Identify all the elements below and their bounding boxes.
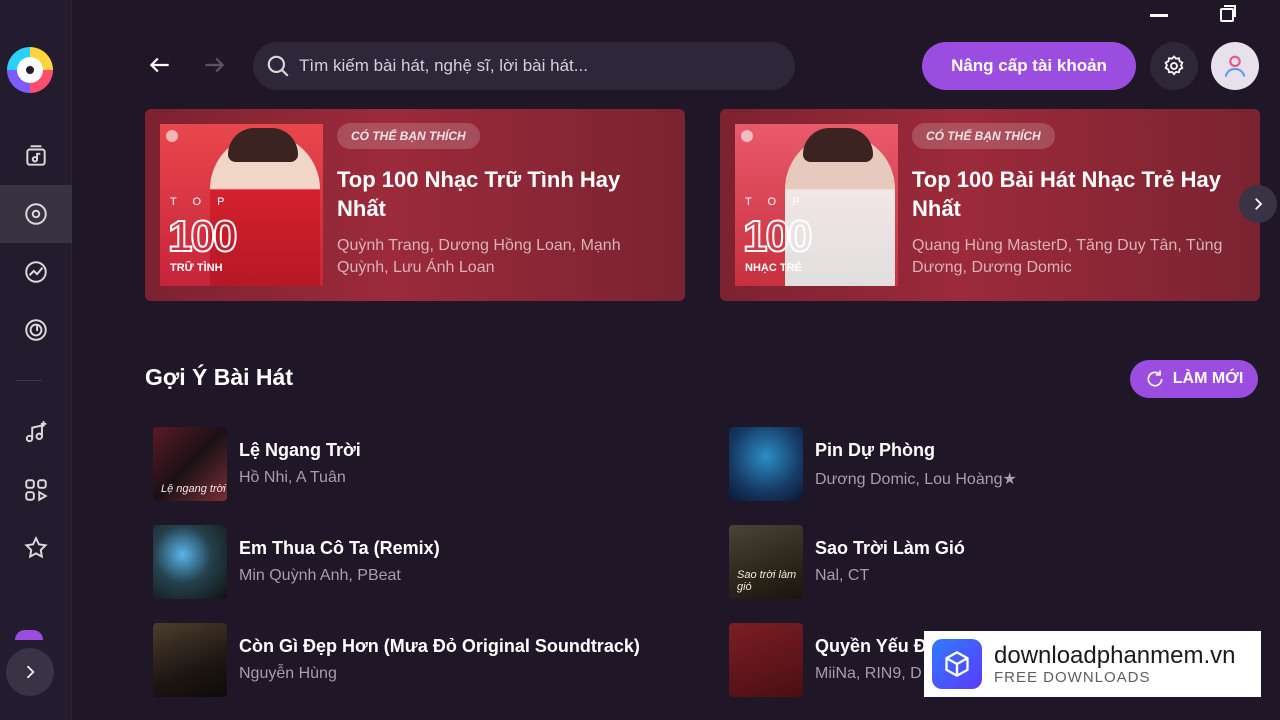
back-button[interactable] [145, 50, 175, 80]
user-avatar[interactable] [1211, 42, 1259, 90]
star-icon [24, 536, 48, 559]
song-artists[interactable]: Nguyễn Hùng [239, 665, 337, 683]
search-icon [267, 55, 289, 77]
watermark-subtitle: FREE DOWNLOADS [994, 668, 1151, 686]
search-bar[interactable] [253, 42, 795, 90]
forward-button[interactable] [199, 50, 229, 80]
playlist-artists: Quang Hùng MasterD, Tăng Duy Tân, Tùng D… [912, 237, 1223, 276]
song-item[interactable]: Em Thua Cô Ta (Remix) Min Quỳnh Anh, PBe… [145, 525, 665, 599]
song-artists[interactable]: Nal, CT [815, 567, 869, 585]
carousel-next-button[interactable] [1239, 185, 1277, 223]
watermark: downloadphanmem.vn FREE DOWNLOADS [924, 631, 1261, 697]
sidebar-item-radio[interactable] [0, 301, 72, 359]
chart-icon [25, 261, 47, 283]
song-thumbnail: Sao trời làm gió [729, 525, 803, 599]
playlist-title[interactable]: Top 100 Bài Hát Nhạc Trẻ Hay Nhất [912, 165, 1232, 223]
sidebar-item-chart[interactable] [0, 243, 72, 301]
mini-avatar [15, 630, 43, 640]
song-title[interactable]: Em Thua Cô Ta (Remix) [239, 538, 440, 559]
search-input[interactable] [299, 56, 779, 76]
song-item[interactable]: Lệ ngang trời Lệ Ngang Trời Hồ Nhi, A Tu… [145, 427, 665, 501]
cover-number: 100 [742, 211, 813, 262]
song-title[interactable]: Sao Trời Làm Gió [815, 538, 965, 559]
song-title[interactable]: Quyền Yếu Đ [815, 636, 927, 657]
refresh-button[interactable]: LÀM MỚI [1130, 360, 1258, 398]
minimize-button[interactable] [1150, 14, 1168, 17]
playlist-banner[interactable]: TOP 100 NHẠC TRẺ CÓ THỂ BẠN THÍCH Top 10… [720, 109, 1260, 301]
settings-button[interactable] [1150, 42, 1198, 90]
box-icon [932, 639, 982, 689]
cover-logo-icon [166, 130, 178, 142]
user-icon [1224, 55, 1246, 77]
refresh-icon [1147, 370, 1163, 387]
thumbnail-caption: Lệ ngang trời [161, 483, 226, 495]
sidebar-divider [16, 380, 42, 381]
cover-number: 100 [167, 211, 238, 262]
watermark-title: downloadphanmem.vn [994, 641, 1236, 669]
song-item[interactable]: Sao trời làm gió Sao Trời Làm Gió Nal, C… [721, 525, 1241, 599]
gear-icon [1164, 55, 1184, 76]
sidebar-item-library[interactable] [0, 127, 72, 185]
chevron-right-icon [1255, 198, 1263, 210]
cover-genre: NHẠC TRẺ [745, 262, 802, 274]
song-title[interactable]: Lệ Ngang Trời [239, 440, 361, 461]
arrow-left-icon [149, 57, 169, 73]
song-title[interactable]: Pin Dự Phòng [815, 440, 935, 461]
recommendation-tag: CÓ THỂ BẠN THÍCH [912, 123, 1055, 149]
song-item[interactable]: Pin Dự Phòng Dương Domic, Lou Hoàng★ [721, 427, 1241, 501]
sidebar [0, 0, 72, 720]
song-artists[interactable]: MiiNa, RIN9, D [815, 665, 922, 683]
app-logo[interactable] [7, 47, 53, 93]
refresh-label: LÀM MỚI [1172, 370, 1244, 387]
upgrade-account-button[interactable]: Nâng cấp tài khoản [922, 42, 1136, 90]
song-thumbnail [153, 525, 227, 599]
playlist-artists: Quỳnh Trang, Dương Hồng Loan, Mạnh Quỳnh… [337, 237, 621, 276]
radio-icon [25, 319, 47, 341]
cover-top-label: TOP [170, 196, 241, 208]
sidebar-item-favorites[interactable] [0, 519, 72, 577]
watermark-text: downloadphanmem.vn FREE DOWNLOADS [994, 641, 1236, 686]
arrow-right-icon [205, 57, 225, 73]
new-music-icon [25, 421, 47, 443]
song-thumbnail [153, 623, 227, 697]
cover-logo-icon [741, 130, 753, 142]
logo-dot [26, 66, 34, 74]
song-thumbnail [729, 427, 803, 501]
playlist-cover: TOP 100 TRỮ TÌNH [160, 124, 323, 286]
song-artists[interactable]: Min Quỳnh Anh, PBeat [239, 567, 401, 585]
sidebar-item-new-music[interactable] [0, 403, 72, 461]
song-artists[interactable]: Hồ Nhi, A Tuân [239, 469, 346, 487]
playlist-title[interactable]: Top 100 Nhạc Trữ Tình Hay Nhất [337, 165, 657, 223]
playlist-banner[interactable]: TOP 100 TRỮ TÌNH CÓ THỂ BẠN THÍCH Top 10… [145, 109, 685, 301]
cover-top-label: TOP [745, 196, 816, 208]
section-title: Gợi Ý Bài Hát [145, 364, 293, 390]
package-icon [945, 650, 969, 678]
sidebar-item-categories[interactable] [0, 461, 72, 519]
song-thumbnail: Lệ ngang trời [153, 427, 227, 501]
sidebar-item-discover[interactable] [0, 185, 72, 243]
expand-sidebar-button[interactable] [6, 648, 54, 696]
song-item[interactable]: Còn Gì Đẹp Hơn (Mưa Đỏ Original Soundtra… [145, 623, 665, 697]
categories-icon [25, 479, 48, 502]
recommendation-tag: CÓ THỂ BẠN THÍCH [337, 123, 480, 149]
cover-artist-hair [228, 128, 298, 162]
cover-artist-hair [803, 128, 873, 162]
song-thumbnail [729, 623, 803, 697]
logo-inner [17, 57, 43, 83]
cover-genre: TRỮ TÌNH [170, 262, 223, 274]
song-title[interactable]: Còn Gì Đẹp Hơn (Mưa Đỏ Original Soundtra… [239, 636, 640, 657]
restore-button[interactable] [1220, 5, 1236, 22]
music-library-icon [26, 145, 46, 166]
thumbnail-caption: Sao trời làm gió [737, 569, 797, 593]
song-artists[interactable]: Dương Domic, Lou Hoàng★ [815, 469, 1017, 489]
playlist-cover: TOP 100 NHẠC TRẺ [735, 124, 898, 286]
discover-icon [25, 203, 47, 225]
chevron-right-icon [26, 665, 35, 679]
